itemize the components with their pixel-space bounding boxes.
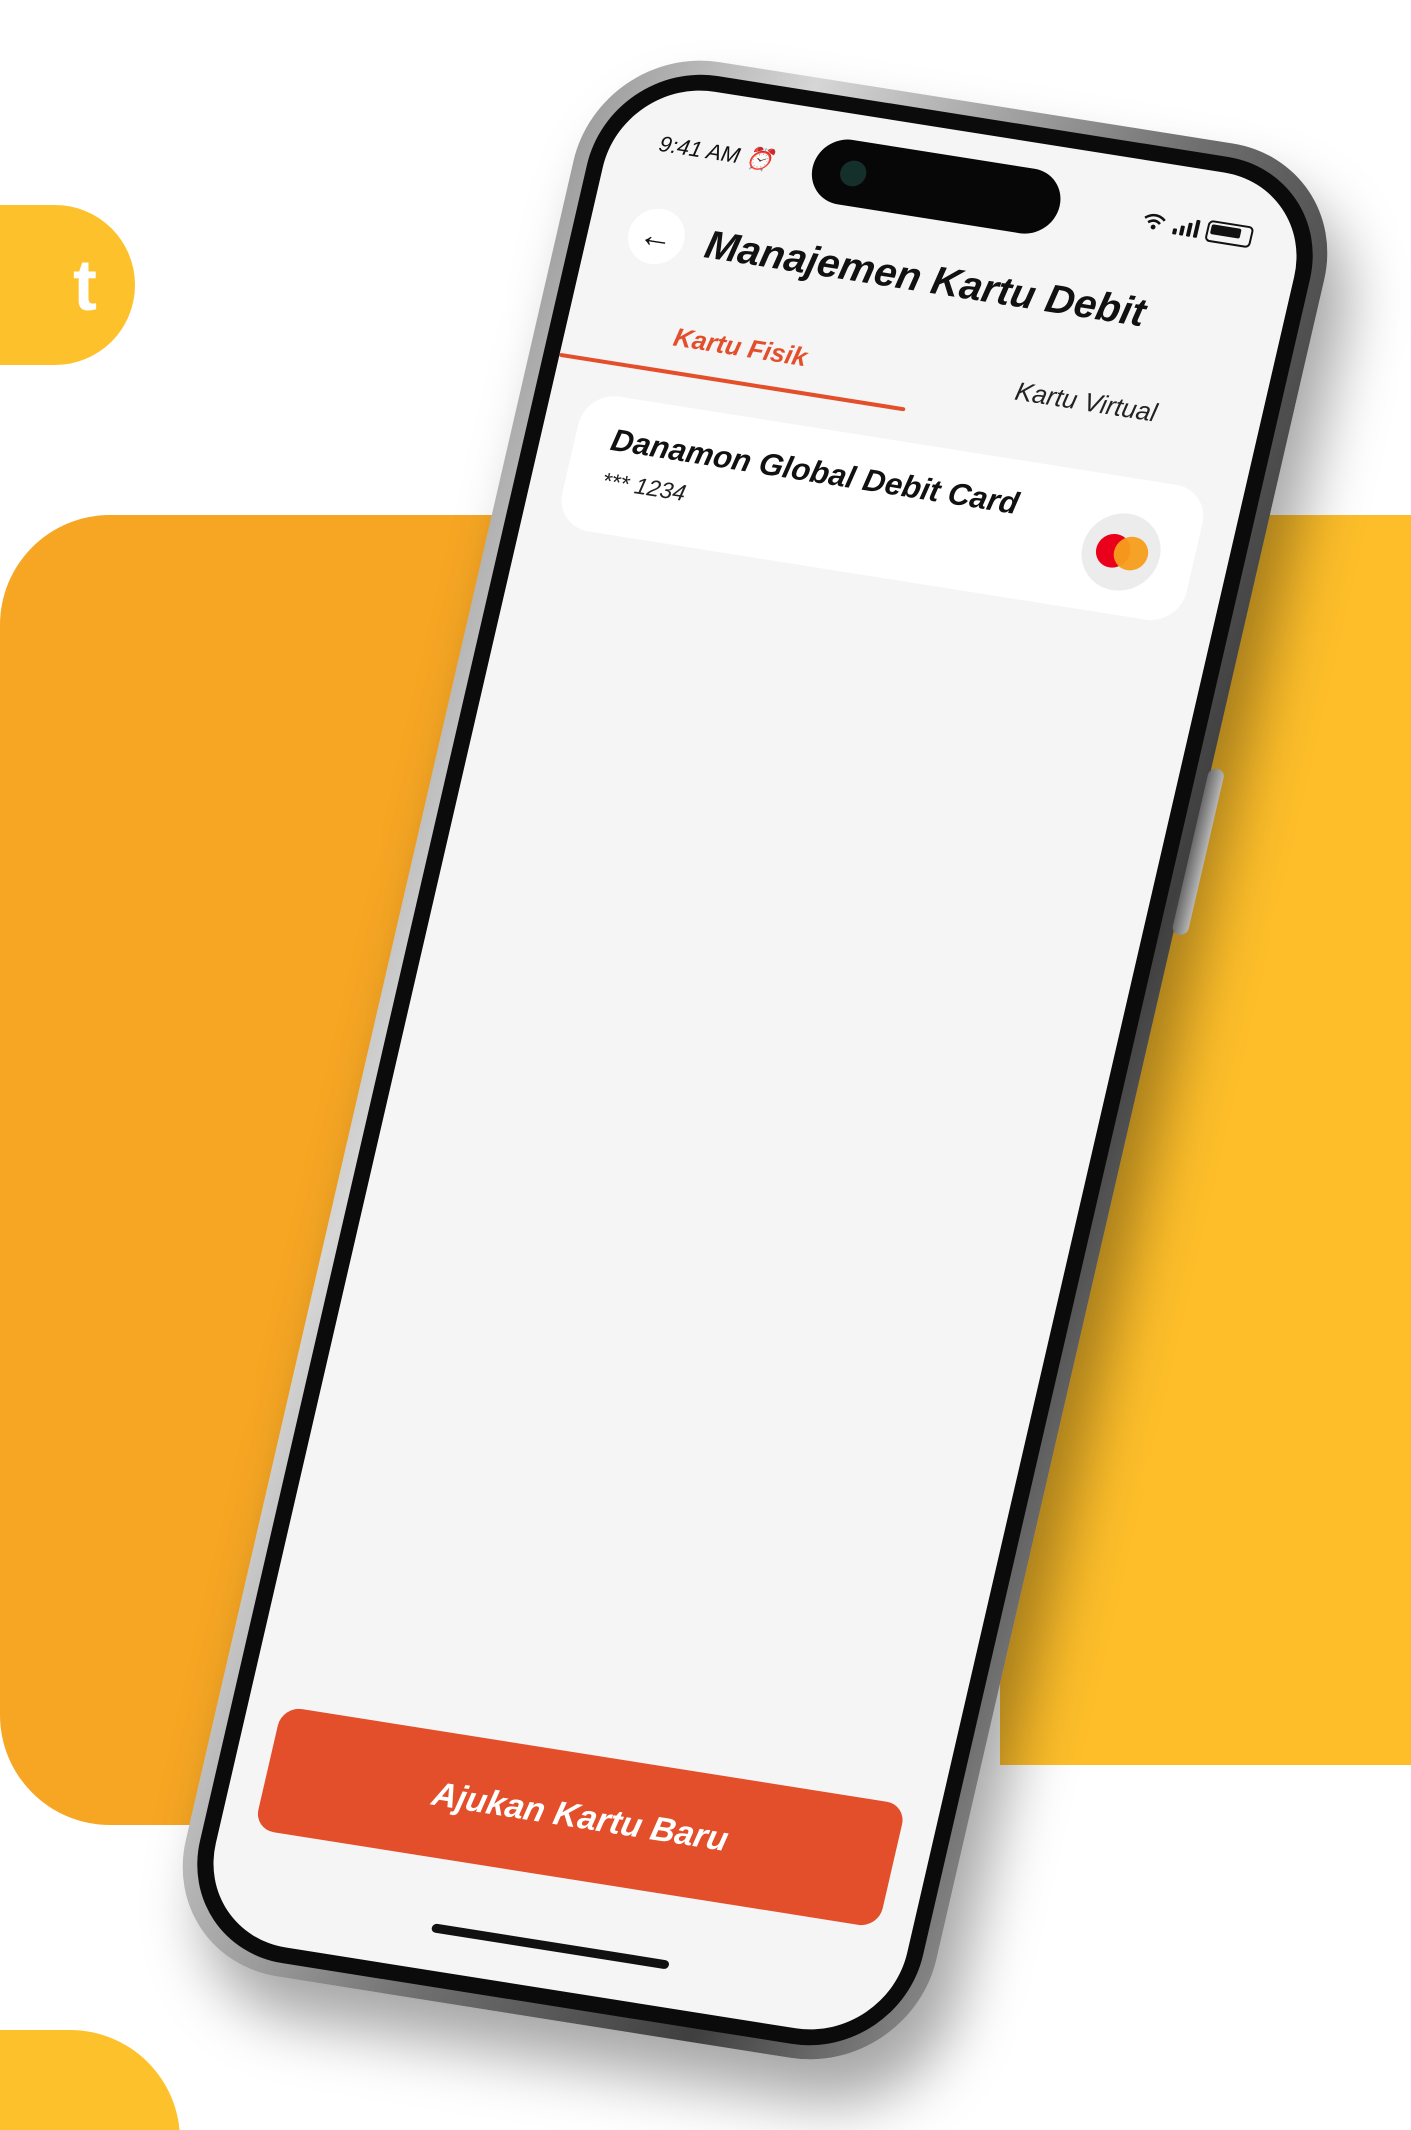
stage: t 9:41 AM ⏰ ← Manajemen Kartu Debit Kart… — [0, 0, 1411, 2130]
tab-label: Kartu Fisik — [670, 321, 811, 372]
status-time: 9:41 AM — [656, 131, 743, 169]
tab-label: Kartu Virtual — [1012, 375, 1161, 428]
status-right — [1140, 210, 1255, 249]
phone-mockup: 9:41 AM ⏰ ← Manajemen Kartu Debit Kartu … — [158, 40, 1352, 2130]
phone-screen: 9:41 AM ⏰ ← Manajemen Kartu Debit Kartu … — [195, 77, 1315, 2043]
wifi-icon — [1144, 213, 1166, 230]
background-pill-text: t — [73, 246, 97, 326]
battery-icon — [1204, 219, 1255, 249]
apply-new-card-label: Ajukan Kartu Baru — [428, 1774, 733, 1859]
phone-device: 9:41 AM ⏰ ← Manajemen Kartu Debit Kartu … — [158, 43, 1352, 2077]
home-indicator[interactable] — [430, 1923, 670, 1970]
alarm-clock-icon: ⏰ — [742, 144, 776, 174]
background-pill-top: t — [0, 205, 135, 365]
cellular-signal-icon — [1171, 216, 1201, 238]
status-left: 9:41 AM ⏰ — [656, 131, 776, 174]
arrow-left-icon: ← — [635, 214, 678, 258]
background-pill-bottom — [0, 2030, 180, 2130]
back-button[interactable]: ← — [622, 204, 691, 269]
apply-new-card-button[interactable]: Ajukan Kartu Baru — [253, 1706, 907, 1928]
